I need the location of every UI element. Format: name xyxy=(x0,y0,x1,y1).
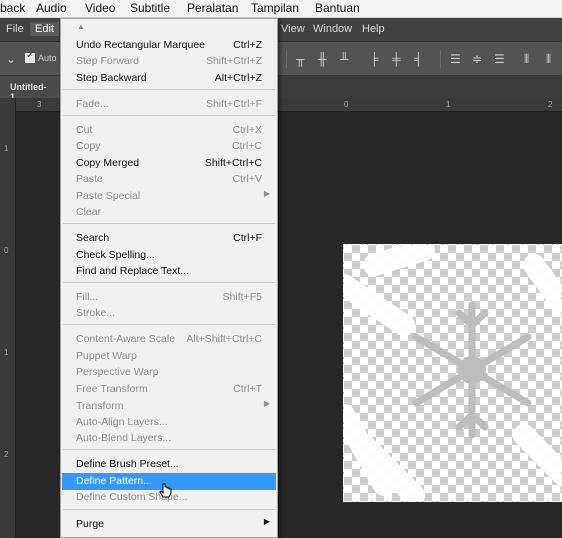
document-tab[interactable]: Untitled-1 xyxy=(0,76,60,102)
snowflake-artwork xyxy=(344,245,561,501)
menu-separator xyxy=(63,509,275,510)
hand-cursor-icon xyxy=(159,483,172,498)
menu-item-content-aware-scale[interactable]: Content-Aware Scale Alt+Shift+Ctrl+C xyxy=(62,331,276,348)
menu-item-step-backward[interactable]: Step Backward Alt+Ctrl+Z xyxy=(62,70,276,87)
menu-item-cut[interactable]: Cut Ctrl+X xyxy=(62,122,276,139)
distribute-left-icon[interactable]: ⫴ xyxy=(524,52,529,67)
options-divider xyxy=(286,50,287,68)
menu-item-search[interactable]: Search Ctrl+F xyxy=(62,230,276,247)
player-menu-audio[interactable]: Audio xyxy=(36,1,67,15)
menu-item-paste[interactable]: Paste Ctrl+V xyxy=(62,171,276,188)
player-menu-bantuan[interactable]: Bantuan xyxy=(315,1,360,15)
menu-item-undo[interactable]: Undo Rectangular Marquee Ctrl+Z xyxy=(62,37,276,54)
auto-select-label: Auto xyxy=(38,53,57,63)
menu-item-copy-merged[interactable]: Copy Merged Shift+Ctrl+C xyxy=(62,155,276,172)
ps-menu-view[interactable]: View xyxy=(281,23,305,35)
menu-item-puppet-warp[interactable]: Puppet Warp xyxy=(62,348,276,365)
menu-separator xyxy=(63,324,275,325)
menu-item-paste-special[interactable]: Paste Special ▶ xyxy=(62,188,276,205)
ps-menu-edit[interactable]: Edit xyxy=(30,22,59,36)
menu-item-fade[interactable]: Fade... Shift+Ctrl+F xyxy=(62,96,276,113)
menu-item-stroke[interactable]: Stroke... xyxy=(62,305,276,322)
menu-item-copy[interactable]: Copy Ctrl+C xyxy=(62,138,276,155)
ruler-label: 3 xyxy=(37,100,42,109)
ruler-label: 2 xyxy=(4,450,9,459)
player-menu-back[interactable]: back xyxy=(0,1,25,15)
distribute-bottom-icon[interactable]: ☰ xyxy=(494,52,505,66)
align-right-icon[interactable]: ╡ xyxy=(414,52,423,66)
checkmark-icon: ✓ xyxy=(26,50,35,61)
menu-separator xyxy=(63,115,275,116)
edit-menu: ▲ Undo Rectangular Marquee Ctrl+Z Step Fo… xyxy=(60,18,278,538)
menu-item-step-forward[interactable]: Step Forward Shift+Ctrl+Z xyxy=(62,53,276,70)
document-canvas[interactable] xyxy=(343,244,562,502)
vertical-ruler[interactable]: 1 0 1 2 xyxy=(0,98,16,538)
menu-item-auto-align[interactable]: Auto-Align Layers... xyxy=(62,414,276,431)
menu-separator xyxy=(63,223,275,224)
menu-item-perspective-warp[interactable]: Perspective Warp xyxy=(62,364,276,381)
ruler-label: 0 xyxy=(344,100,349,109)
menu-separator xyxy=(63,89,275,90)
ps-menu-help[interactable]: Help xyxy=(362,23,385,35)
menu-item-auto-blend[interactable]: Auto-Blend Layers... xyxy=(62,430,276,447)
menu-item-fill[interactable]: Fill... Shift+F5 xyxy=(62,289,276,306)
options-divider xyxy=(440,50,441,68)
ruler-label: 1 xyxy=(4,348,9,357)
ps-menu-file[interactable]: File xyxy=(6,23,24,35)
player-menu-peralatan[interactable]: Peralatan xyxy=(187,1,238,15)
distribute-top-icon[interactable]: ☰ xyxy=(450,52,461,66)
ruler-label: 1 xyxy=(446,100,451,109)
photoshop-window: back Audio Video Subtitle Peralatan Tamp… xyxy=(0,0,562,538)
ruler-label: 1 xyxy=(4,144,9,153)
ps-menu-window[interactable]: Window xyxy=(313,23,352,35)
menu-item-check-spelling[interactable]: Check Spelling... xyxy=(62,247,276,264)
ruler-label: 0 xyxy=(4,246,9,255)
menu-item-define-brush[interactable]: Define Brush Preset... xyxy=(62,456,276,473)
scroll-up-arrow-icon[interactable]: ▲ xyxy=(77,22,85,31)
submenu-arrow-icon: ▶ xyxy=(263,399,270,408)
player-menu-subtitle[interactable]: Subtitle xyxy=(130,1,170,15)
menu-item-free-transform[interactable]: Free Transform Ctrl+T xyxy=(62,381,276,398)
distribute-hcenter-icon[interactable]: ⫴ xyxy=(546,52,551,67)
align-top-icon[interactable]: ╥ xyxy=(296,52,305,66)
submenu-arrow-icon: ▶ xyxy=(263,517,270,526)
distribute-vcenter-icon[interactable]: ≑ xyxy=(472,52,482,66)
player-menubar: back Audio Video Subtitle Peralatan Tamp… xyxy=(0,0,562,18)
align-vcenter-icon[interactable]: ╫ xyxy=(318,52,327,66)
menu-separator xyxy=(63,282,275,283)
menu-item-purge[interactable]: Purge ▶ xyxy=(62,516,276,533)
menu-item-find-replace[interactable]: Find and Replace Text... xyxy=(62,263,276,280)
menu-item-clear[interactable]: Clear xyxy=(62,204,276,221)
ruler-label: 2 xyxy=(548,100,553,109)
submenu-arrow-icon: ▶ xyxy=(263,189,270,198)
menu-separator xyxy=(63,449,275,450)
player-menu-tampilan[interactable]: Tampilan xyxy=(251,1,299,15)
align-hcenter-icon[interactable]: ╪ xyxy=(392,52,401,66)
player-menu-video[interactable]: Video xyxy=(85,1,115,15)
menu-item-transform[interactable]: Transform ▶ xyxy=(62,398,276,415)
tool-preset-chevron-icon[interactable]: ⌄ xyxy=(6,52,16,66)
align-left-icon[interactable]: ╞ xyxy=(370,52,379,66)
align-bottom-icon[interactable]: ╨ xyxy=(340,52,349,66)
